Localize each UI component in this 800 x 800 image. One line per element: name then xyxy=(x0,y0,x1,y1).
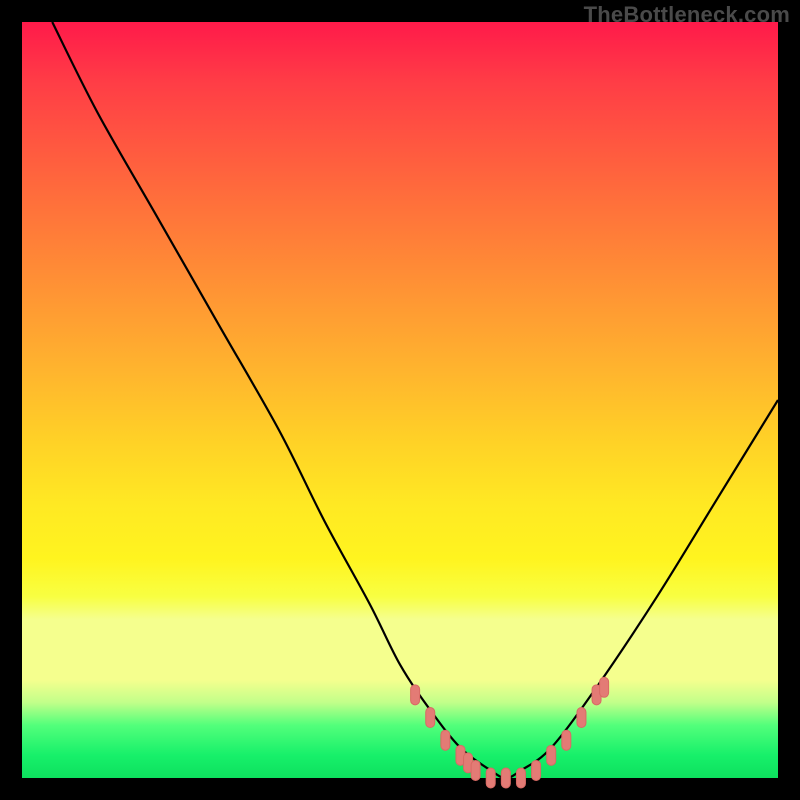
curve-marker xyxy=(547,745,556,765)
chart-svg xyxy=(22,22,778,778)
bottleneck-curve xyxy=(52,22,778,778)
curve-marker xyxy=(562,730,571,750)
curve-marker xyxy=(486,768,495,788)
chart-frame: TheBottleneck.com xyxy=(0,0,800,800)
curve-marker xyxy=(426,708,435,728)
curve-marker xyxy=(577,708,586,728)
watermark-text: TheBottleneck.com xyxy=(584,2,790,28)
curve-marker xyxy=(471,760,480,780)
curve-marker xyxy=(441,730,450,750)
curve-marker xyxy=(600,677,609,697)
curve-marker xyxy=(532,760,541,780)
curve-marker xyxy=(501,768,510,788)
curve-marker xyxy=(516,768,525,788)
marker-group xyxy=(411,677,609,788)
curve-marker xyxy=(411,685,420,705)
